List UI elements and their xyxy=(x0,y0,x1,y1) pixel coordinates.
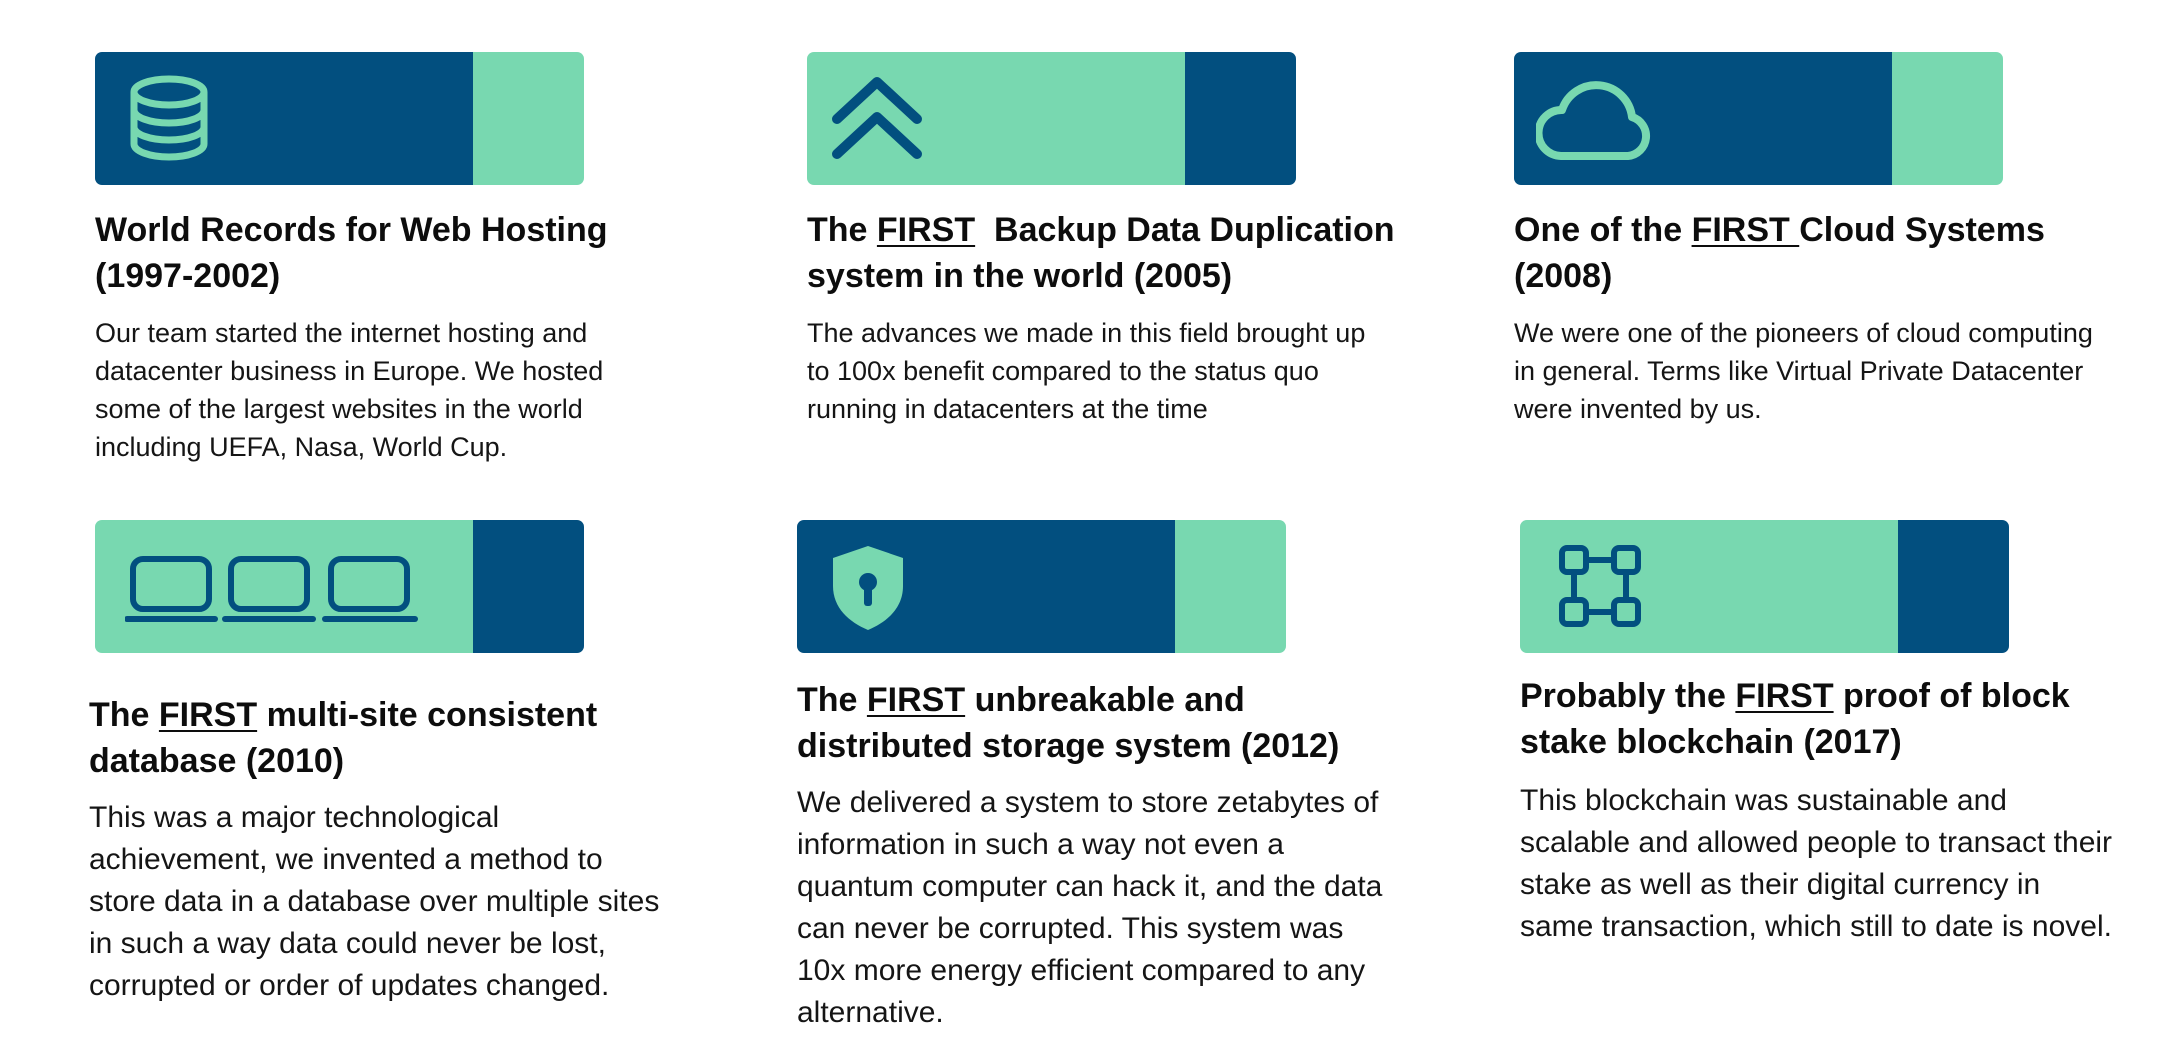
card-banner xyxy=(95,52,584,185)
card-banner xyxy=(1514,52,2003,185)
card-title: The FIRST multi-site consistent database… xyxy=(89,696,598,780)
card-title: Probably the FIRST proof of block stake … xyxy=(1520,677,2070,761)
card-description: Our team started the internet hosting an… xyxy=(95,318,604,462)
card-title: One of the FIRST Cloud Systems (2008) xyxy=(1514,211,2045,295)
card-description: This was a major technological achieveme… xyxy=(89,801,660,1002)
card-description: This blockchain was sustainable and scal… xyxy=(1520,784,2113,943)
card-title: World Records for Web Hosting (1997-2002… xyxy=(95,211,608,295)
card-title: The FIRST Backup Data Duplication system… xyxy=(807,211,1404,295)
card-title: The FIRST unbreakable and distributed st… xyxy=(797,681,1340,765)
card-banner xyxy=(807,52,1296,185)
laptops-icon xyxy=(125,556,418,622)
database-icon xyxy=(130,75,208,161)
card-description: We delivered a system to store zetabytes… xyxy=(797,786,1383,1029)
card-banner xyxy=(95,520,584,653)
card-banner xyxy=(1520,520,2009,653)
card-description: The advances we made in this field broug… xyxy=(807,318,1366,424)
shield-lock-icon xyxy=(833,546,903,630)
card-description: We were one of the pioneers of cloud com… xyxy=(1514,318,2093,424)
network-nodes-icon xyxy=(1559,545,1641,627)
cloud-icon xyxy=(1536,81,1651,160)
card-banner xyxy=(797,520,1286,653)
double-chevron-up-icon xyxy=(832,77,922,159)
